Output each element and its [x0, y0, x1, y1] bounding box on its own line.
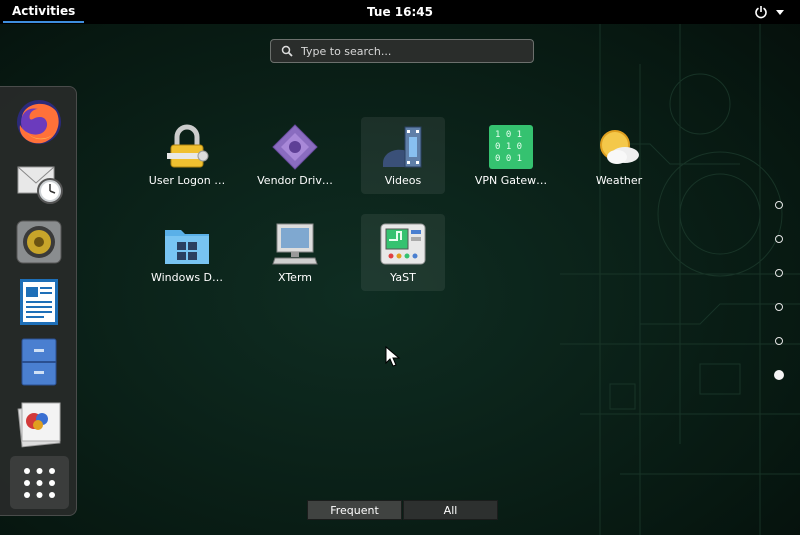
top-bar: Activities Tue 16:45: [0, 0, 800, 24]
photos-icon: [17, 402, 61, 448]
tab-all[interactable]: All: [403, 500, 498, 520]
dash-item-image-viewer[interactable]: [12, 395, 66, 449]
system-menu-icons: [755, 6, 784, 19]
page-dot-1[interactable]: [775, 201, 783, 209]
lock-key-icon: [167, 124, 209, 168]
mouse-pointer-icon: [385, 345, 401, 367]
page-dot-4[interactable]: [775, 303, 783, 311]
speaker-icon: [16, 220, 62, 264]
film-icon: [383, 126, 422, 168]
search-icon: [281, 45, 293, 57]
weather-icon: [600, 130, 639, 164]
app-vpn-gateway[interactable]: 1 0 1 0 1 0 0 0 1 VPN Gatew…: [469, 117, 553, 194]
page-dot-6-active[interactable]: [774, 370, 784, 380]
app-label: User Logon …: [148, 174, 226, 187]
clock-container: Tue 16:45: [0, 0, 800, 24]
app-yast[interactable]: YaST: [361, 214, 445, 291]
file-cabinet-icon: [21, 338, 57, 386]
power-icon: [755, 6, 767, 19]
search-input[interactable]: [301, 42, 526, 60]
app-vendor-drivers[interactable]: Vendor Driv…: [253, 117, 337, 194]
app-label: YaST: [390, 271, 416, 284]
activities-button[interactable]: Activities: [3, 0, 85, 23]
binary-icon: 1 0 1 0 1 0 0 0 1: [489, 125, 533, 169]
mail-clock-icon: [17, 166, 63, 204]
app-label: Vendor Driv…: [257, 174, 333, 187]
page-dot-2[interactable]: [775, 235, 783, 243]
driver-diamond-icon: [272, 124, 318, 170]
caret-down-icon: [776, 10, 784, 15]
svg-text:0 1 0: 0 1 0: [495, 142, 522, 152]
page-dot-5[interactable]: [775, 337, 783, 345]
windows-folder-icon: [165, 230, 209, 264]
dash-item-evolution[interactable]: [12, 155, 66, 209]
tab-frequent[interactable]: Frequent: [307, 500, 402, 520]
app-label: Windows D…: [150, 271, 224, 284]
app-label: VPN Gatew…: [474, 174, 548, 187]
page-dot-3[interactable]: [775, 269, 783, 277]
document-icon: [20, 279, 58, 325]
system-menu-button[interactable]: [752, 4, 792, 20]
dash-item-files[interactable]: [12, 335, 66, 389]
show-applications-button[interactable]: [10, 456, 69, 509]
app-grid-icon: [24, 468, 55, 498]
dash-item-writer[interactable]: [12, 275, 66, 329]
yast-icon: [380, 223, 426, 265]
dash-item-rhythmbox[interactable]: [12, 215, 66, 269]
app-label: XTerm: [277, 271, 312, 284]
svg-text:0 0 1: 0 0 1: [495, 154, 522, 164]
monitor-icon: [272, 223, 318, 265]
svg-text:1 0 1: 1 0 1: [495, 130, 522, 140]
dash: [0, 86, 77, 516]
app-weather[interactable]: Weather: [577, 117, 661, 194]
app-user-logon[interactable]: User Logon …: [145, 117, 229, 194]
app-windows-domain[interactable]: Windows D…: [145, 214, 229, 291]
firefox-icon: [17, 100, 61, 144]
app-videos[interactable]: Videos: [361, 117, 445, 194]
app-xterm[interactable]: XTerm: [253, 214, 337, 291]
app-label: Videos: [384, 174, 422, 187]
clock-label[interactable]: Tue 16:45: [367, 5, 433, 19]
app-label: Weather: [595, 174, 643, 187]
dash-item-firefox[interactable]: [12, 95, 66, 149]
search-box[interactable]: [270, 39, 534, 63]
